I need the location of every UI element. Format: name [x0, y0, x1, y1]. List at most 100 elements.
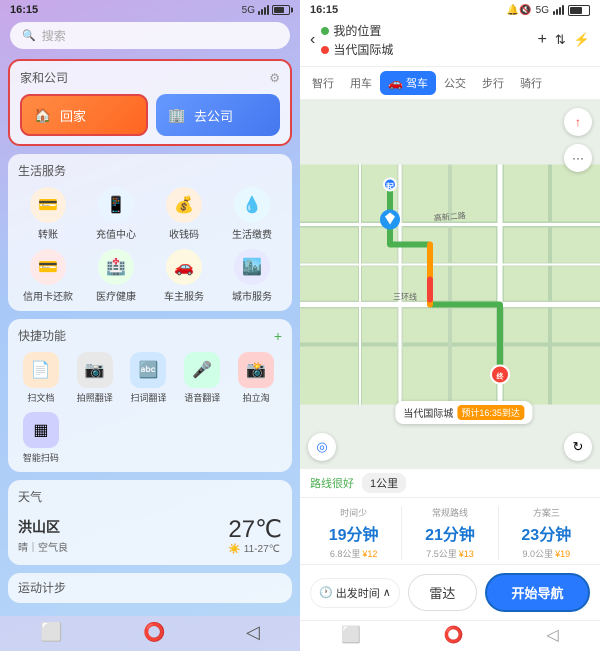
drive-car-icon: 🚗	[388, 76, 403, 90]
route-options: 时间少 19分钟 6.8公里 ¥12 常规路线 21分钟 7.5公里 ¥13 方…	[300, 498, 600, 565]
add-quick-function-icon[interactable]: +	[274, 328, 282, 344]
right-nav-back[interactable]: ◁	[546, 625, 558, 645]
recharge-icon: 📱	[98, 187, 134, 223]
life-services-header: 生活服务	[18, 162, 282, 179]
right-nav-bar: ⬜ ⭕ ◁	[300, 620, 600, 651]
left-nav-square[interactable]: ⬜	[40, 622, 62, 643]
life-item-city[interactable]: 🏙️ 城市服务	[222, 249, 282, 303]
radar-button[interactable]: 雷达	[408, 574, 477, 611]
map-area[interactable]: 起 终 高新二路 三环线 ↑ ··· ◎ ↻ 当代国际城 预计	[300, 100, 600, 469]
utilities-icon: 💧	[234, 187, 270, 223]
tab-walk[interactable]: 步行	[474, 71, 512, 95]
life-item-creditcard[interactable]: 💳 信用卡还款	[18, 249, 78, 303]
voice-translate-icon: 🎤	[184, 352, 220, 388]
quick-nav-buttons: 🏠 回家 🏢 去公司	[20, 94, 280, 136]
right-battery	[568, 5, 590, 16]
quick-functions-section: 快捷功能 + 📄 扫文档 📷 拍照翻译 🔤 扫词翻译 🎤 语音翻译 📸	[8, 319, 292, 472]
left-status-bar: 16:15 5G	[0, 0, 300, 18]
left-panel: 16:15 5G 🔍 搜索 家和公司 ⚙ 🏠 回家	[0, 0, 300, 651]
life-item-transfer[interactable]: 💳 转账	[18, 187, 78, 241]
life-item-car[interactable]: 🚗 车主服务	[154, 249, 214, 303]
back-button[interactable]: ‹	[310, 31, 315, 49]
header-actions: + ⇅ ⚡	[538, 31, 590, 49]
add-waypoint-button[interactable]: +	[538, 31, 547, 49]
left-status-icons: 5G	[242, 5, 290, 16]
quick-scan-doc[interactable]: 📄 扫文档	[18, 352, 64, 404]
tab-bus[interactable]: 公交	[436, 71, 474, 95]
home-company-settings-icon[interactable]: ⚙	[269, 71, 280, 85]
quick-photo-shop[interactable]: 📸 拍立淘	[233, 352, 279, 404]
right-signal: 5G	[536, 5, 549, 16]
tab-smart-drive[interactable]: 智行	[304, 71, 342, 95]
life-item-qrcode[interactable]: 💰 收钱码	[154, 187, 214, 241]
route-option-normal[interactable]: 常规路线 21分钟 7.5公里 ¥13	[402, 506, 497, 560]
weather-title: 天气	[18, 488, 42, 505]
route-quality-bar: 路线很好 1公里	[300, 469, 600, 498]
scan-doc-icon: 📄	[23, 352, 59, 388]
weather-city: 洪山区	[18, 517, 68, 537]
weather-status: 晴｜空气良	[18, 539, 68, 554]
weather-header: 天气	[18, 488, 282, 505]
left-nav-circle[interactable]: ⭕	[143, 622, 165, 643]
depart-time-arrow: ∧	[383, 586, 391, 599]
route-normal-title: 常规路线	[432, 506, 468, 519]
swap-route-button[interactable]: ⇅	[555, 32, 566, 48]
quick-photo-translate[interactable]: 📷 拍照翻译	[72, 352, 118, 404]
weather-temp: 27℃	[228, 515, 282, 544]
weather-section: 天气 洪山区 晴｜空气良 27℃ ☀️ 11-27℃	[8, 480, 292, 565]
tab-bike[interactable]: 骑行	[512, 71, 550, 95]
go-home-button[interactable]: 🏠 回家	[20, 94, 148, 136]
go-company-button[interactable]: 🏢 去公司	[156, 94, 280, 136]
quick-scan-translate[interactable]: 🔤 扫词翻译	[126, 352, 172, 404]
map-location-button[interactable]: ◎	[308, 433, 336, 461]
map-refresh-button[interactable]: ↻	[564, 433, 592, 461]
company-icon: 🏢	[166, 104, 188, 126]
route-option-alt[interactable]: 方案三 23分钟 9.0公里 ¥19	[499, 506, 594, 560]
start-navigation-button[interactable]: 开始导航	[485, 573, 590, 612]
photo-shop-icon: 📸	[238, 352, 274, 388]
left-nav-back[interactable]: ◁	[246, 622, 260, 643]
life-services-section: 生活服务 💳 转账 📱 充值中心 💰 收钱码 💧 生活缴费 💳 信用卡还款	[8, 154, 292, 311]
quick-voice-translate[interactable]: 🎤 语音翻译	[179, 352, 225, 404]
right-status-bar: 16:15 🔔🔇 5G	[300, 0, 600, 18]
map-more-button[interactable]: ···	[564, 144, 592, 172]
search-icon: 🔍	[22, 29, 36, 42]
photo-translate-icon: 📷	[77, 352, 113, 388]
quick-functions-title: 快捷功能	[18, 327, 66, 344]
bottom-actions: 🕐 出发时间 ∧ 雷达 开始导航	[300, 565, 600, 620]
right-nav-square[interactable]: ⬜	[341, 625, 361, 645]
charge-button[interactable]: ⚡	[574, 32, 590, 48]
destination-row: 当代国际城	[321, 41, 531, 58]
quick-smart-scan[interactable]: ▦ 智能扫码	[18, 412, 64, 464]
life-item-utilities[interactable]: 💧 生活缴费	[222, 187, 282, 241]
depart-time-button[interactable]: 🕐 出发时间 ∧	[310, 578, 400, 608]
home-icon: 🏠	[32, 104, 54, 126]
route-quality-label: 路线很好	[310, 475, 354, 491]
life-item-recharge[interactable]: 📱 充值中心	[86, 187, 146, 241]
life-item-health[interactable]: 🏥 医疗健康	[86, 249, 146, 303]
tab-hail[interactable]: 用车	[342, 71, 380, 95]
left-signal: 5G	[242, 5, 255, 16]
steps-section: 运动计步	[8, 573, 292, 603]
clock-icon: 🕐	[319, 586, 333, 599]
route-info: 我的位置 当代国际城	[321, 22, 531, 58]
life-services-grid: 💳 转账 📱 充值中心 💰 收钱码 💧 生活缴费 💳 信用卡还款 🏥 医	[18, 187, 282, 303]
tab-drive[interactable]: 🚗 驾车	[380, 71, 436, 95]
scan-translate-icon: 🔤	[130, 352, 166, 388]
route-normal-time: 21分钟	[425, 521, 475, 545]
search-placeholder: 搜索	[42, 27, 66, 44]
route-alt-title: 方案三	[533, 506, 560, 519]
route-option-fastest[interactable]: 时间少 19分钟 6.8公里 ¥12	[306, 506, 401, 560]
right-status-icons: 🔔🔇	[507, 5, 532, 16]
destination-name: 当代国际城	[403, 405, 453, 420]
my-location: 我的位置	[321, 22, 531, 39]
destination-label: 当代国际城	[333, 41, 393, 58]
compass-button[interactable]: ↑	[564, 108, 592, 136]
right-panel: 16:15 🔔🔇 5G ‹ 我的位置 当代国际城	[300, 0, 600, 651]
right-nav-circle[interactable]: ⭕	[444, 625, 464, 645]
right-time: 16:15	[310, 4, 338, 16]
route-scale-button[interactable]: 1公里	[362, 473, 406, 493]
svg-text:终: 终	[497, 372, 505, 381]
search-bar[interactable]: 🔍 搜索	[10, 22, 290, 49]
city-icon: 🏙️	[234, 249, 270, 285]
